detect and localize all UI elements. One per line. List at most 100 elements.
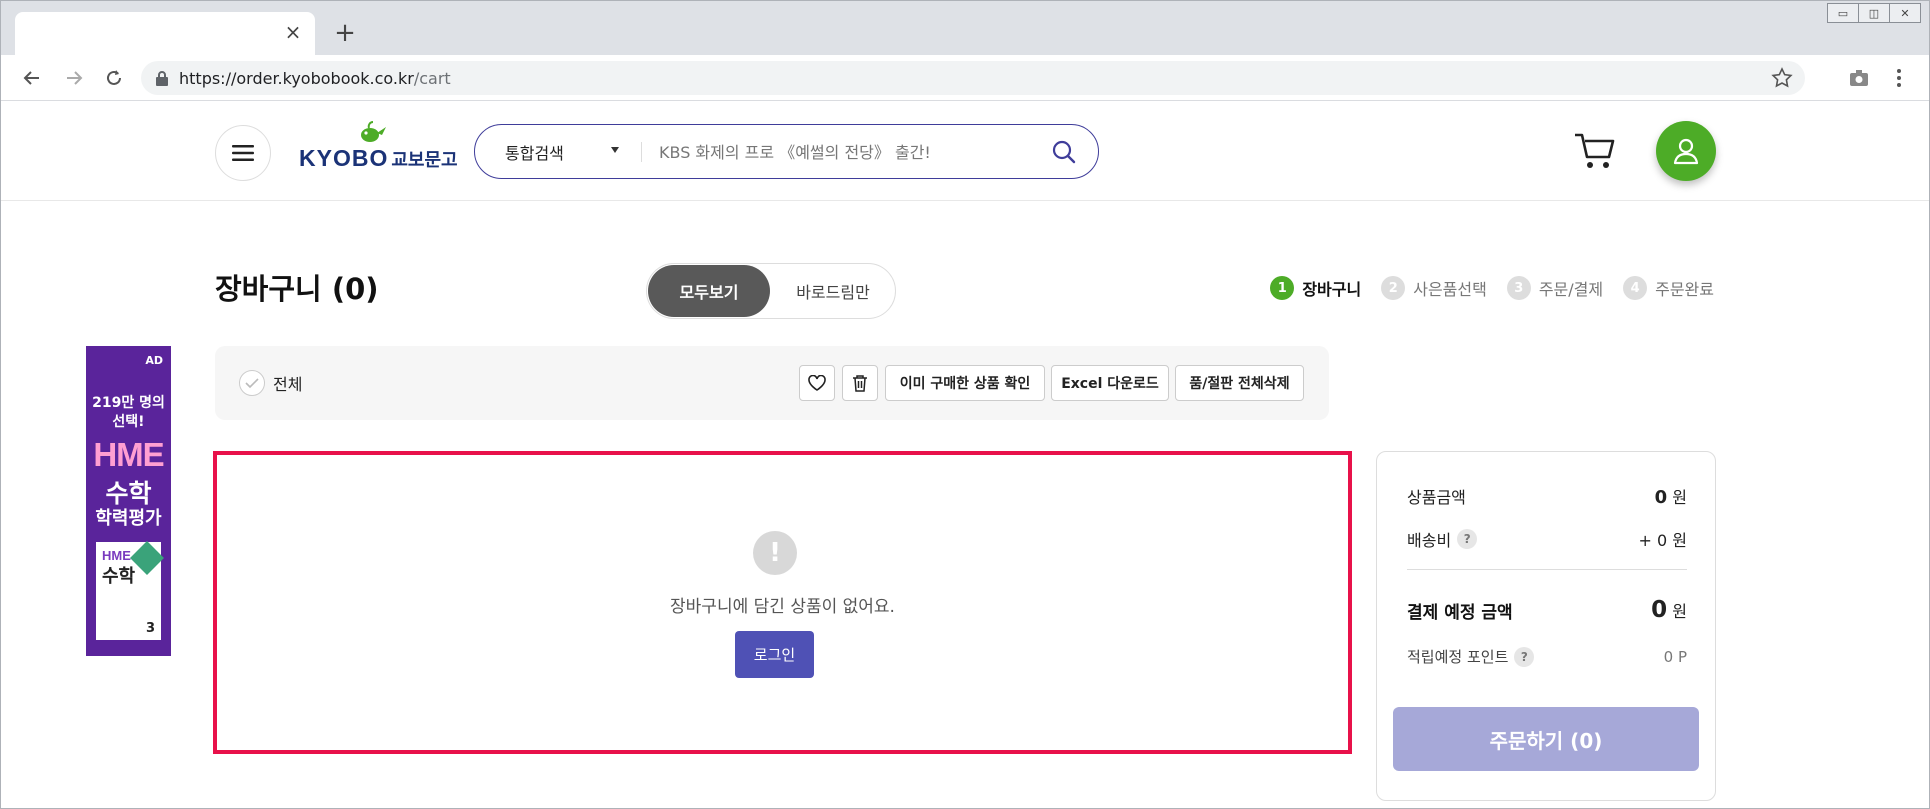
currency-label: 원 [1672,488,1687,507]
help-icon[interactable]: ? [1457,529,1478,549]
step-number: 4 [1623,276,1648,300]
reload-button[interactable] [99,63,129,93]
step-number: 1 [1270,276,1295,300]
shipping-row: 배송비? + 0 원 [1407,527,1687,551]
points-row: 적립예정 포인트? 0 P [1407,646,1687,667]
points-label-wrap: 적립예정 포인트? [1407,646,1535,667]
order-button[interactable]: 주문하기 (0) [1393,707,1699,771]
step-number: 2 [1381,276,1406,300]
shipping-value: + 0 원 [1638,531,1687,550]
trash-icon [853,375,867,392]
forward-arrow-icon [67,71,83,85]
currency-label: 원 [1672,602,1687,621]
ad-test: 학력평가 [95,508,162,529]
select-all-label: 전체 [273,375,303,394]
minimize-button[interactable]: ▭ [1827,3,1859,23]
camera-button[interactable] [1844,63,1874,93]
logo-text-en: KYOBO [299,145,389,171]
url-host: https://order.kyobobook.co.kr [179,69,414,88]
already-bought-button[interactable]: 이미 구매한 상품 확인 [885,365,1045,401]
shipping-label: 배송비 [1407,531,1452,550]
forward-button[interactable] [59,63,89,93]
empty-cart-panel: ! 장바구니에 담긴 상품이 없어요. 로그인 [213,451,1352,754]
step-gift: 2 사은품선택 [1381,276,1487,300]
menu-button[interactable] [215,125,271,181]
step-label: 장바구니 [1302,280,1362,299]
cart-icon [1575,133,1615,168]
page-title: 장바구니 (0) [215,272,379,306]
url-text: https://order.kyobobook.co.kr/cart [179,69,451,88]
product-amount-value: 0 원 [1655,484,1687,508]
points-value: 0 P [1663,647,1687,666]
user-icon [1673,138,1699,165]
payment-label: 결제 예정 금액 [1407,602,1513,623]
step-number: 3 [1506,276,1531,300]
search-divider [641,142,642,162]
search-category-select[interactable]: 통합검색 [505,140,564,164]
payment-number: 0 [1651,597,1668,623]
step-payment: 3 주문/결제 [1506,276,1604,300]
search-input[interactable] [659,139,1029,165]
cart-button[interactable] [1573,131,1617,171]
more-vert-icon [1897,69,1901,87]
delete-soldout-button[interactable]: 품/절판 전체삭제 [1175,365,1304,401]
alert-icon: ! [753,531,797,575]
empty-cart-message: 장바구니에 담긴 상품이 없어요. [670,597,895,617]
logo-bird-icon [361,121,386,142]
view-toggle: 모두보기 바로드림만 [646,263,896,319]
delete-button[interactable] [842,365,878,401]
product-amount-number: 0 [1654,487,1668,508]
step-cart: 1 장바구니 [1270,276,1361,300]
back-arrow-icon [23,71,39,85]
caret-down-icon[interactable] [611,147,619,153]
ad-book-cover: HME 수학 3 [96,541,164,640]
kyobo-logo[interactable]: KYOBO 교보문고 [299,121,458,171]
heart-icon [808,375,826,391]
lock-icon [156,71,168,86]
help-icon[interactable]: ? [1514,646,1535,667]
cart-toolbar: 전체 이미 구매한 상품 확인 Excel 다운로드 품/절판 전체삭제 [215,346,1329,420]
ad-banner[interactable]: AD 219만 명의 선택! HME 수학 학력평가 HME 수학 3 [86,346,171,656]
order-summary: 상품금액 0 원 배송비? + 0 원 결제 예정 금액 0 원 적립예정 포인… [1376,451,1716,801]
tab-close-icon[interactable]: × [281,20,305,44]
tab-strip: × + ▭ ◫ ✕ [1,1,1929,55]
ad-badge: AD [145,354,163,367]
excel-download-button[interactable]: Excel 다운로드 [1051,365,1169,401]
direct-pickup-tab[interactable]: 바로드림만 [773,265,893,317]
ad-headline: 219만 명의 선택! [86,394,171,432]
book-math: 수학 [102,566,136,587]
close-window-button[interactable]: ✕ [1889,3,1921,23]
select-all-checkbox[interactable]: 전체 [239,370,302,396]
user-profile-button[interactable] [1656,121,1716,181]
wishlist-button[interactable] [799,365,835,401]
view-all-tab[interactable]: 모두보기 [648,265,770,317]
summary-divider [1407,569,1687,570]
login-button[interactable]: 로그인 [735,631,814,678]
payment-value: 0 원 [1651,597,1687,623]
address-bar[interactable]: https://order.kyobobook.co.kr/cart [141,61,1805,95]
order-steps: 1 장바구니 2 사은품선택 3 주문/결제 4 주문완료 [1270,276,1714,300]
site-header: KYOBO 교보문고 통합검색 [1,101,1929,201]
logo-text-kr: 교보문고 [391,150,458,170]
book-grade: 3 [145,621,155,636]
step-label: 주문/결제 [1538,280,1604,299]
hamburger-icon [232,145,254,161]
camera-icon [1850,70,1868,86]
logo-text: KYOBO 교보문고 [299,145,458,172]
product-amount-label: 상품금액 [1407,488,1466,507]
search-box: 통합검색 [474,124,1099,179]
ad-hme: HME [93,436,164,473]
bookmark-star-icon[interactable] [1771,67,1793,89]
restore-button[interactable]: ◫ [1858,3,1890,23]
ad-line2: 선택! [112,414,145,430]
step-label: 주문완료 [1655,280,1714,299]
browser-toolbar: https://order.kyobobook.co.kr/cart [1,55,1929,101]
check-circle-icon [239,370,265,396]
search-icon [1052,140,1076,164]
search-button[interactable] [1050,138,1078,166]
browser-tab[interactable]: × [15,12,315,55]
browser-menu-button[interactable] [1884,63,1914,93]
shipping-label-wrap: 배송비? [1407,527,1478,551]
back-button[interactable] [17,63,47,93]
new-tab-button[interactable]: + [331,18,359,48]
